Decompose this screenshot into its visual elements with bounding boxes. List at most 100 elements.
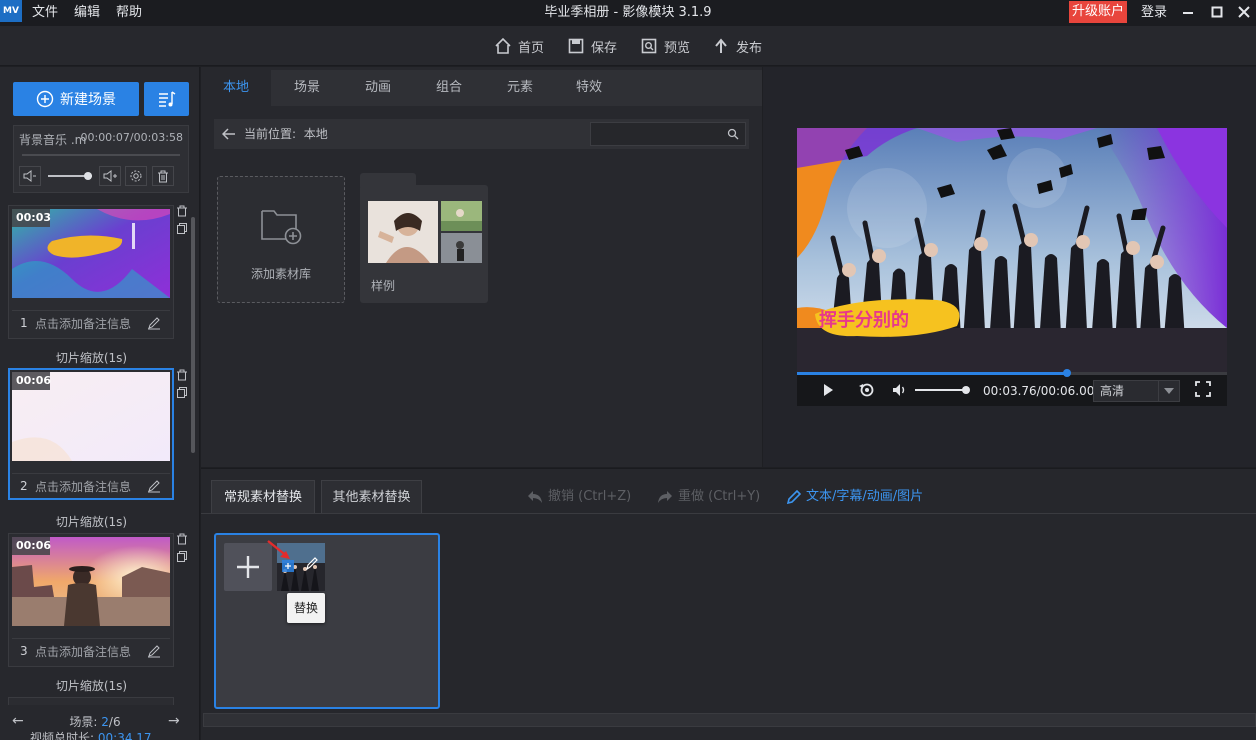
scene-panel: 新建场景 背景音乐 .m 00:00:07/00:03:58 00:03 1 点… bbox=[0, 67, 200, 740]
publish-button[interactable]: 发布 bbox=[712, 34, 762, 58]
scene-card-4[interactable] bbox=[8, 697, 174, 705]
player-volume-knob[interactable] bbox=[962, 386, 970, 394]
publish-label: 发布 bbox=[736, 40, 763, 56]
text-subtitle-label: 文本/字幕/动画/图片 bbox=[806, 489, 924, 504]
scene-note[interactable]: 点击添加备注信息 bbox=[35, 643, 131, 660]
replace-material-box: 替换 bbox=[214, 533, 440, 709]
player-volume-slider[interactable] bbox=[915, 389, 969, 391]
quality-dropdown[interactable] bbox=[1158, 381, 1179, 401]
minimize-icon[interactable] bbox=[1180, 4, 1196, 20]
copy-icon[interactable] bbox=[176, 550, 188, 562]
replace-panel: 常规素材替换 其他素材替换 撤销 (Ctrl+Z) 重做 (Ctrl+Y) 文本… bbox=[201, 468, 1256, 740]
scene-card-1[interactable]: 00:03 1 点击添加备注信息 bbox=[8, 205, 174, 339]
tab-scenes[interactable]: 场景 bbox=[272, 70, 342, 106]
tab-combo[interactable]: 组合 bbox=[414, 70, 484, 106]
music-time: 00:00:07/00:03:58 bbox=[80, 131, 183, 144]
save-button[interactable]: 保存 bbox=[567, 34, 617, 58]
next-scene-arrow-icon[interactable]: → bbox=[168, 713, 180, 729]
scene-duration: 00:03 bbox=[12, 209, 51, 227]
scene-scrollbar[interactable] bbox=[191, 217, 195, 453]
add-material-button[interactable] bbox=[224, 543, 272, 591]
quality-select[interactable]: 高清 bbox=[1093, 380, 1180, 402]
menu-file[interactable]: 文件 bbox=[32, 0, 58, 26]
trash-icon[interactable] bbox=[176, 369, 188, 381]
search-input[interactable] bbox=[591, 123, 721, 145]
tab-regular-replace[interactable]: 常规素材替换 bbox=[211, 480, 315, 513]
music-settings-button[interactable] bbox=[125, 166, 147, 186]
scene-card-2[interactable]: 00:06 2 点击添加备注信息 bbox=[8, 368, 174, 500]
menu-edit[interactable]: 编辑 bbox=[74, 0, 100, 26]
volume-down-icon bbox=[23, 170, 36, 182]
volume-knob[interactable] bbox=[83, 172, 92, 180]
undo-icon bbox=[528, 490, 542, 503]
new-scene-button[interactable]: 新建场景 bbox=[13, 82, 139, 116]
transition-label[interactable]: 切片缩放(1s) bbox=[0, 349, 183, 366]
plus-icon bbox=[237, 556, 259, 578]
back-arrow-icon[interactable] bbox=[222, 127, 236, 141]
video-preview[interactable]: 挥手分别的 bbox=[797, 128, 1227, 372]
tab-effects[interactable]: 特效 bbox=[556, 70, 622, 106]
add-library-button[interactable]: 添加素材库 bbox=[217, 176, 345, 303]
folder-label: 样例 bbox=[371, 279, 396, 293]
music-delete-button[interactable] bbox=[152, 166, 174, 186]
folder-add-icon bbox=[261, 210, 302, 245]
scene-note[interactable]: 点击添加备注信息 bbox=[35, 478, 131, 495]
preview-panel: 挥手分别的 00:03.76/00:06.00 高清 bbox=[763, 67, 1256, 467]
close-icon[interactable] bbox=[1236, 4, 1252, 20]
trash-icon[interactable] bbox=[176, 205, 188, 217]
tab-local[interactable]: 本地 bbox=[201, 70, 271, 106]
text-subtitle-link[interactable]: 文本/字幕/动画/图片 bbox=[787, 480, 923, 513]
player-controls: 00:03.76/00:06.00 高清 bbox=[797, 369, 1227, 406]
upload-icon bbox=[715, 38, 727, 53]
volume-up-button[interactable] bbox=[99, 166, 121, 186]
library-panel: 本地 场景 动画 组合 元素 特效 当前位置: 本地 添加素材库 样例 bbox=[201, 67, 762, 467]
play-icon[interactable] bbox=[821, 383, 835, 397]
maximize-icon[interactable] bbox=[1209, 4, 1225, 20]
tab-elements[interactable]: 元素 bbox=[485, 70, 555, 106]
music-progress[interactable] bbox=[22, 154, 180, 156]
sample-folder[interactable]: 样例 bbox=[360, 173, 488, 303]
volume-icon[interactable] bbox=[892, 383, 908, 397]
scene-card-3[interactable]: 00:06 3 点击添加备注信息 bbox=[8, 533, 174, 667]
undo-button[interactable]: 撤销 (Ctrl+Z) bbox=[527, 480, 631, 513]
transition-label[interactable]: 切片缩放(1s) bbox=[0, 513, 183, 530]
edit-icon[interactable] bbox=[147, 316, 161, 330]
redo-button[interactable]: 重做 (Ctrl+Y) bbox=[657, 480, 760, 513]
home-icon bbox=[495, 37, 511, 54]
search-icon[interactable] bbox=[727, 128, 739, 140]
divider bbox=[201, 513, 1256, 514]
tab-animation[interactable]: 动画 bbox=[343, 70, 413, 106]
volume-down-button[interactable] bbox=[19, 166, 41, 186]
scene-footer: ← 场景: 2/6 → 视频总时长: 00:34.17 bbox=[0, 705, 199, 740]
horizontal-scrollbar[interactable] bbox=[203, 713, 1256, 727]
login-button[interactable]: 登录 bbox=[1141, 0, 1167, 26]
edit-icon[interactable] bbox=[147, 644, 161, 658]
trash-icon[interactable] bbox=[176, 533, 188, 545]
scene-note[interactable]: 点击添加备注信息 bbox=[35, 315, 131, 332]
upgrade-button[interactable]: 升级账户 bbox=[1069, 1, 1127, 23]
save-label: 保存 bbox=[591, 40, 618, 56]
copy-icon[interactable] bbox=[176, 386, 188, 398]
menu-help[interactable]: 帮助 bbox=[116, 0, 142, 26]
volume-up-icon bbox=[103, 170, 117, 182]
edit-icon[interactable] bbox=[147, 479, 161, 493]
scene-number: 1 bbox=[20, 316, 28, 330]
red-arrow-icon bbox=[267, 540, 290, 559]
add-library-label: 添加素材库 bbox=[250, 267, 311, 281]
fullscreen-icon[interactable] bbox=[1195, 381, 1211, 397]
player-progress-knob[interactable] bbox=[1062, 369, 1071, 377]
player-progress[interactable] bbox=[797, 369, 1227, 377]
home-button[interactable]: 首页 bbox=[494, 34, 544, 58]
music-name: 背景音乐 .m bbox=[19, 133, 87, 147]
preview-button[interactable]: 预览 bbox=[640, 34, 690, 58]
divider bbox=[12, 473, 170, 474]
pen-icon bbox=[787, 489, 801, 504]
copy-icon[interactable] bbox=[176, 222, 188, 234]
transition-label[interactable]: 切片缩放(1s) bbox=[0, 677, 183, 694]
divider bbox=[12, 310, 170, 311]
replay-icon[interactable] bbox=[858, 382, 876, 398]
tab-other-replace[interactable]: 其他素材替换 bbox=[321, 480, 422, 513]
library-search[interactable] bbox=[590, 122, 746, 146]
folder-preview-image bbox=[368, 201, 482, 263]
music-list-button[interactable] bbox=[144, 82, 189, 116]
